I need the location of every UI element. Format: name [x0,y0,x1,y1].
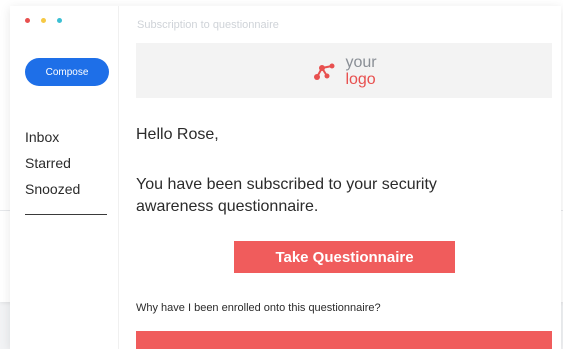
email-client-window: Compose Inbox Starred Snoozed Subscripti… [10,6,561,349]
folder-snoozed[interactable]: Snoozed [25,176,80,202]
compose-button[interactable]: Compose [25,58,109,86]
email-subject: Subscription to questionnaire [137,19,279,31]
logo-text-line2: logo [345,70,376,88]
sidebar-divider [25,214,107,215]
take-questionnaire-button[interactable]: Take Questionnaire [234,241,455,273]
logo-text-line1: your [345,53,377,71]
email-body-text: You have been subscribed to your securit… [136,176,437,215]
logo-banner: your logo [136,43,552,98]
enrollment-question-text: Why have I been enrolled onto this quest… [136,302,381,314]
minimize-dot[interactable] [41,18,46,23]
mail-folders: Inbox Starred Snoozed [25,124,80,202]
network-nodes-icon [314,63,335,80]
folder-inbox[interactable]: Inbox [25,124,80,150]
footer-banner [136,331,552,349]
logo-wordmark: your logo [345,54,376,88]
close-dot[interactable] [25,18,30,23]
maximize-dot[interactable] [57,18,62,23]
window-controls [25,18,62,23]
sidebar-separator [118,6,119,349]
email-greeting: Hello Rose, [136,126,219,143]
folder-starred[interactable]: Starred [25,150,80,176]
